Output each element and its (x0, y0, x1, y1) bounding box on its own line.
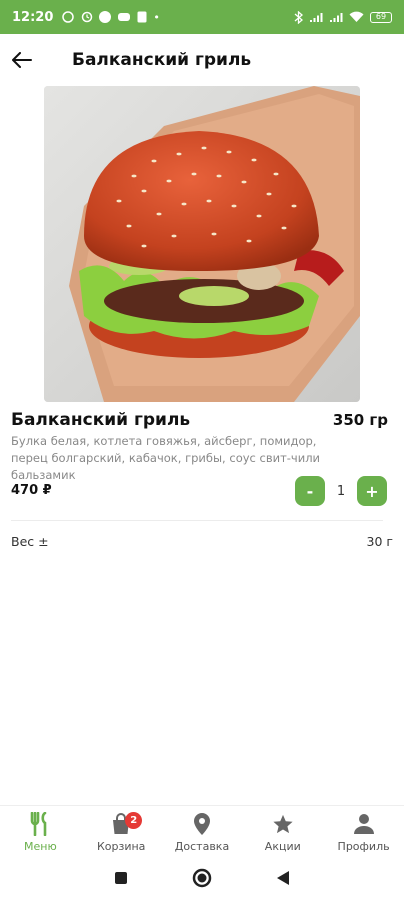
divider (11, 520, 383, 521)
product-price: 470 ₽ (11, 483, 52, 498)
product-image (44, 86, 360, 402)
wifi-icon (349, 11, 364, 22)
nav-label-delivery: Доставка (174, 840, 230, 853)
nav-item-delivery[interactable]: Доставка (162, 806, 243, 855)
square-icon (114, 871, 127, 884)
app-header: Балканский гриль (0, 38, 404, 82)
decrease-quantity-button[interactable]: - (295, 476, 325, 506)
bluetooth-icon (294, 10, 303, 24)
quantity-stepper: - 1 + (295, 476, 387, 506)
status-time: 12:20 (12, 9, 54, 25)
back-button[interactable] (0, 38, 44, 82)
nav-label-profile: Профиль (337, 840, 390, 853)
alarm-icon (82, 11, 93, 23)
signal2-icon (330, 12, 343, 22)
nav-label-menu: Меню (24, 840, 57, 853)
nav-item-promotions[interactable]: Акции (242, 806, 323, 855)
notification-icon (62, 11, 75, 23)
nav-label-promotions: Акции (264, 840, 301, 853)
app-a-icon (99, 11, 112, 23)
recents-button[interactable] (106, 863, 136, 893)
status-left-icons: • (61, 11, 160, 24)
circle-icon (192, 868, 212, 887)
arrow-left-icon (12, 52, 32, 68)
back-system-button[interactable] (268, 863, 298, 893)
cart-count-badge: 2 (125, 812, 143, 829)
dot-icon: • (153, 10, 160, 24)
nav-item-menu[interactable]: Меню (0, 806, 81, 855)
spec-row-weight: Вес ± 30 г (11, 534, 393, 549)
location-pin-icon (190, 812, 214, 836)
bottom-navigation: Меню 2 Корзина Доставка Акции Профиль (0, 805, 404, 855)
system-navigation-bar (0, 855, 404, 900)
app-f-icon (137, 11, 147, 23)
star-icon (271, 812, 295, 836)
burger-image (44, 86, 360, 402)
triangle-back-icon (277, 870, 290, 885)
product-name: Балканский гриль (11, 410, 191, 430)
spec-label: Вес ± (11, 534, 49, 549)
quantity-value: 1 (336, 483, 346, 499)
spec-value: 30 г (366, 534, 393, 549)
product-weight: 350 гр (332, 411, 388, 429)
status-right-icons: 69 (294, 10, 392, 24)
battery-icon: 69 (370, 11, 392, 23)
status-bar: 12:20 • 69 (0, 0, 404, 34)
nav-label-cart: Корзина (96, 840, 146, 853)
page-title: Балканский гриль (72, 50, 252, 70)
fork-knife-icon (28, 812, 52, 836)
nav-item-profile[interactable]: Профиль (323, 806, 404, 855)
increase-quantity-button[interactable]: + (357, 476, 387, 506)
home-button[interactable] (187, 863, 217, 893)
game-icon (118, 13, 131, 21)
person-icon (352, 812, 376, 836)
nav-item-cart[interactable]: 2 Корзина (81, 806, 162, 855)
signal-icon (310, 12, 323, 22)
